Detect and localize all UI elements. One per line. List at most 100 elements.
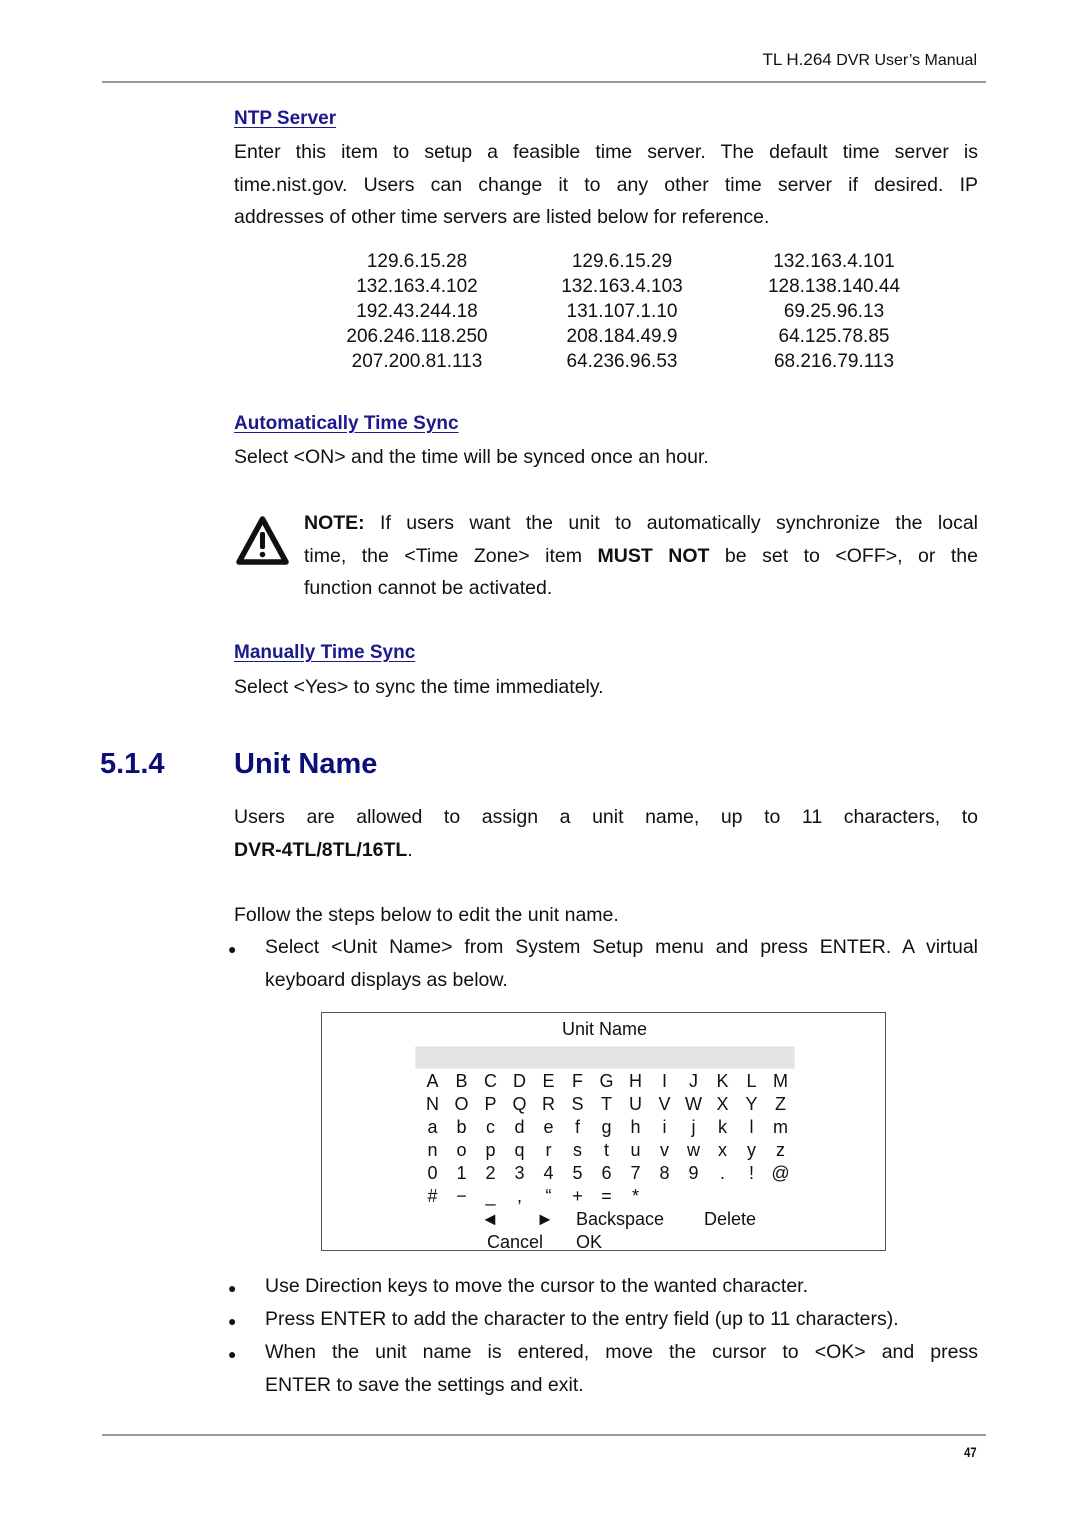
note-label: NOTE: [304,512,365,534]
keyboard-key[interactable]: A [418,1070,447,1093]
server-address: 131.107.1.10 [566,301,678,322]
keyboard-key[interactable]: t [592,1139,621,1162]
keyboard-key[interactable]: c [476,1116,505,1139]
keyboard-key[interactable]: _ [476,1185,505,1208]
keyboard-key[interactable]: D [505,1070,534,1093]
keyboard-key[interactable]: p [476,1139,505,1162]
keyboard-key[interactable]: B [447,1070,476,1093]
keyboard-key[interactable]: F [563,1070,592,1093]
table-row: 207.200.81.113 64.236.96.53 68.216.79.113 [334,349,924,374]
server-address: 69.25.96.13 [783,301,885,322]
keyboard-key[interactable]: X [708,1093,737,1116]
keyboard-key[interactable]: b [447,1116,476,1139]
keyboard-key[interactable]: 9 [679,1162,708,1185]
keyboard-key[interactable]: 7 [621,1162,650,1185]
keyboard-key[interactable]: m [766,1116,795,1139]
keyboard-key[interactable]: a [418,1116,447,1139]
keyboard-key[interactable]: v [650,1139,679,1162]
cursor-left-key[interactable]: ◄ [481,1208,499,1231]
server-address: 64.236.96.53 [566,351,678,372]
keyboard-row: nopqrstuvwxyz [418,1139,795,1162]
keyboard-key[interactable]: Q [505,1093,534,1116]
keyboard-key[interactable]: 6 [592,1162,621,1185]
keyboard-key[interactable]: 5 [563,1162,592,1185]
header-manual: DVR User’s Manual [831,52,977,69]
keyboard-key[interactable]: G [592,1070,621,1093]
keyboard-key[interactable]: E [534,1070,563,1093]
keyboard-key[interactable]: U [621,1093,650,1116]
intro-line-2: DVR-4TL/8TL/16TL. [234,838,413,861]
keyboard-key[interactable]: l [737,1116,766,1139]
backspace-key[interactable]: Backspace [576,1208,664,1231]
keyboard-key[interactable]: T [592,1093,621,1116]
keyboard-key[interactable]: P [476,1093,505,1116]
cancel-key[interactable]: Cancel [487,1231,543,1254]
model-names: DVR-4TL/8TL/16TL [234,838,408,861]
unit-name-intro: Users are allowed to assign a unit name,… [234,801,978,866]
ntp-line-1: Enter this item to setup a feasible time… [234,141,978,163]
keyboard-key[interactable]: C [476,1070,505,1093]
keyboard-key[interactable]: . [708,1162,737,1185]
keyboard-key[interactable]: O [447,1093,476,1116]
keyboard-key[interactable]: 1 [447,1162,476,1185]
keyboard-key[interactable]: n [418,1139,447,1162]
keyboard-key[interactable]: y [737,1139,766,1162]
keyboard-key[interactable]: I [650,1070,679,1093]
keyboard-key[interactable]: x [708,1139,737,1162]
keyboard-key[interactable]: f [563,1116,592,1139]
keyboard-key[interactable]: S [563,1093,592,1116]
keyboard-key[interactable]: 2 [476,1162,505,1185]
keyboard-key[interactable]: k [708,1116,737,1139]
header-divider [102,81,986,83]
keyboard-key[interactable]: d [505,1116,534,1139]
keyboard-key[interactable]: Y [737,1093,766,1116]
delete-key[interactable]: Delete [704,1208,756,1231]
keyboard-key[interactable]: 3 [505,1162,534,1185]
keyboard-key[interactable]: L [737,1070,766,1093]
keyboard-key[interactable]: j [679,1116,708,1139]
server-address: 192.43.244.18 [356,301,478,322]
keyboard-key[interactable]: 0 [418,1162,447,1185]
keyboard-key[interactable]: M [766,1070,795,1093]
keyboard-key[interactable]: Z [766,1093,795,1116]
keyboard-key[interactable]: s [563,1139,592,1162]
unit-name-entry-field[interactable] [415,1046,795,1069]
keyboard-key[interactable]: H [621,1070,650,1093]
keyboard-key[interactable]: K [708,1070,737,1093]
keyboard-key[interactable]: z [766,1139,795,1162]
keyboard-key[interactable]: V [650,1093,679,1116]
server-address: 207.200.81.113 [351,351,483,372]
keyboard-key[interactable]: N [418,1093,447,1116]
keyboard-key[interactable]: h [621,1116,650,1139]
keyboard-key[interactable]: , [505,1185,534,1208]
ok-key[interactable]: OK [576,1231,602,1254]
cursor-right-key[interactable]: ► [536,1208,554,1231]
table-row: 129.6.15.28 129.6.15.29 132.163.4.101 [334,249,924,274]
keyboard-key[interactable]: @ [766,1162,795,1185]
keyboard-key[interactable]: # [418,1185,447,1208]
server-address: 68.216.79.113 [773,351,895,372]
keyboard-key[interactable]: q [505,1139,534,1162]
keyboard-key[interactable]: = [592,1185,621,1208]
keyboard-key[interactable]: + [563,1185,592,1208]
server-address: 206.246.118.250 [346,326,488,347]
keyboard-key[interactable]: * [621,1185,650,1208]
keyboard-key[interactable]: u [621,1139,650,1162]
keyboard-key[interactable]: J [679,1070,708,1093]
list-item: ● When the unit name is entered, move th… [228,1336,978,1401]
keyboard-key[interactable]: g [592,1116,621,1139]
keyboard-key[interactable]: R [534,1093,563,1116]
bullet-icon: ● [228,941,237,957]
keyboard-key[interactable]: − [447,1185,476,1208]
keyboard-key[interactable]: 4 [534,1162,563,1185]
keyboard-key[interactable]: “ [534,1185,563,1208]
keyboard-key[interactable]: 8 [650,1162,679,1185]
keyboard-key[interactable]: w [679,1139,708,1162]
ntp-line-3: addresses of other time servers are list… [234,206,770,228]
keyboard-key[interactable]: e [534,1116,563,1139]
keyboard-key[interactable]: W [679,1093,708,1116]
keyboard-key[interactable]: r [534,1139,563,1162]
keyboard-key[interactable]: o [447,1139,476,1162]
keyboard-key[interactable]: i [650,1116,679,1139]
keyboard-key[interactable]: ! [737,1162,766,1185]
